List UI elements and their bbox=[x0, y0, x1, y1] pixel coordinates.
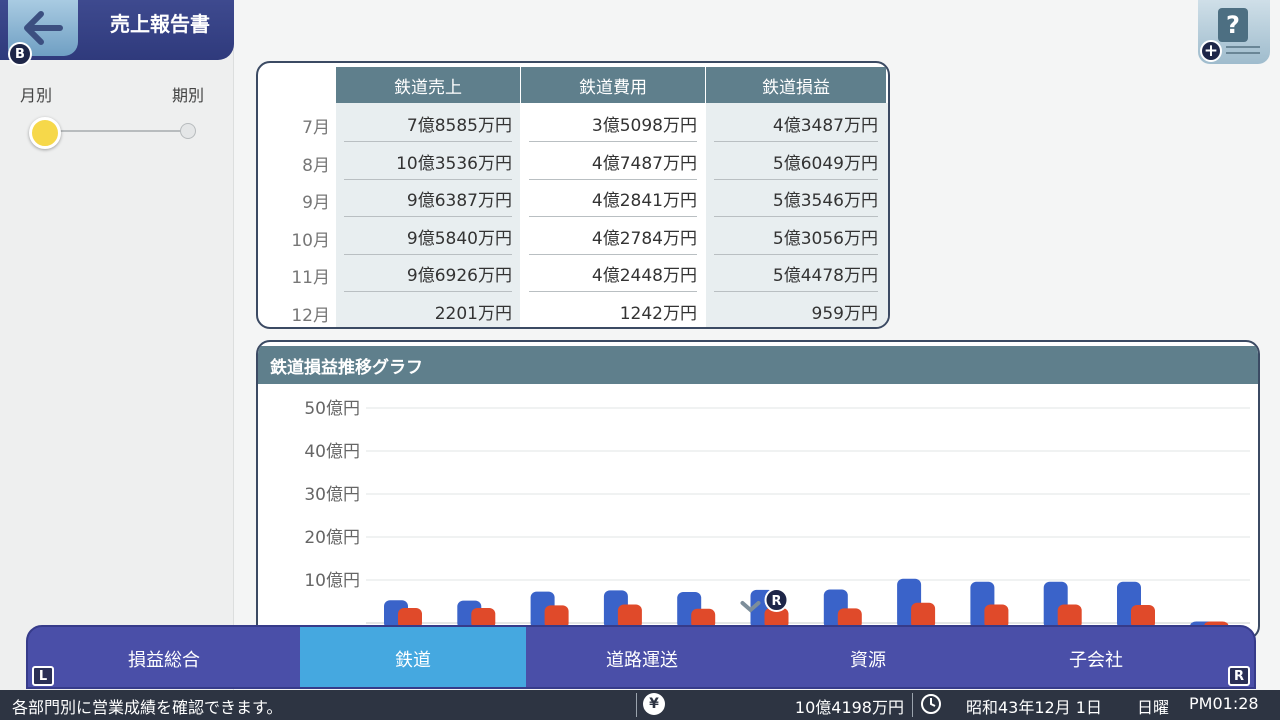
help-button[interactable]: ? + bbox=[1198, 0, 1270, 64]
table-cell: 9億6387万円 bbox=[406, 191, 512, 211]
period-monthly-label[interactable]: 月別 bbox=[20, 82, 52, 106]
status-bar: 各部門別に営業成績を確認できます。 ¥ 10億4198万円 昭和43年12月 1… bbox=[0, 690, 1280, 720]
table-cell: 5億3056万円 bbox=[772, 228, 878, 249]
yen-icon: ¥ bbox=[643, 693, 665, 715]
row-month-label: 10月 bbox=[291, 230, 330, 251]
help-lines-decoration bbox=[1226, 46, 1260, 54]
y-tick-label: 30億円 bbox=[304, 485, 360, 505]
column-header-cost: 鉄道費用 bbox=[521, 67, 705, 103]
game-time: PM01:28 bbox=[1189, 694, 1259, 713]
plus-icon: + bbox=[1200, 40, 1222, 62]
tab-road-transport[interactable]: 道路運送 bbox=[526, 627, 758, 687]
clock-icon bbox=[921, 694, 941, 714]
table-cell: 5億4478万円 bbox=[772, 266, 878, 286]
table-cell: 4億2784万円 bbox=[591, 228, 697, 249]
table-cell: 4億3487万円 bbox=[772, 116, 878, 136]
table-cell: 3億5098万円 bbox=[591, 116, 697, 136]
period-term-label[interactable]: 期別 bbox=[172, 82, 204, 106]
period-slider-track[interactable] bbox=[44, 130, 188, 132]
table-cell: 1242万円 bbox=[619, 303, 697, 324]
question-icon: ? bbox=[1218, 8, 1248, 42]
page-title: 売上報告書 bbox=[110, 12, 210, 36]
b-button-badge: B bbox=[8, 42, 32, 66]
table-cell: 2201万円 bbox=[434, 303, 512, 324]
r-marker-label: R bbox=[771, 594, 781, 609]
table-cell: 959万円 bbox=[811, 303, 878, 324]
row-month-label: 7月 bbox=[302, 118, 330, 138]
column-header-profit: 鉄道損益 bbox=[706, 67, 886, 103]
department-tabbar: 損益総合 鉄道 道路運送 資源 子会社 bbox=[26, 625, 1256, 689]
table-cell: 10億3536万円 bbox=[396, 153, 512, 174]
table-cell: 4億2448万円 bbox=[591, 266, 697, 286]
table-cell: 9億5840万円 bbox=[406, 228, 512, 249]
row-month-label: 11月 bbox=[291, 268, 330, 288]
profit-chart: 鉄道損益推移グラフ 10億円 20億円 30億円 40億円 50億円 R bbox=[256, 340, 1260, 640]
table-cell: 4億7487万円 bbox=[591, 153, 697, 174]
table-cell: 5億3546万円 bbox=[772, 191, 878, 211]
table-cell: 7億8585万円 bbox=[406, 116, 512, 136]
chart-canvas: 10億円 20億円 30億円 40億円 50億円 R bbox=[304, 399, 1250, 629]
r-button-badge[interactable]: R bbox=[1228, 666, 1250, 686]
y-tick-label: 50億円 bbox=[304, 399, 360, 419]
report-table: 鉄道売上 鉄道費用 鉄道損益 7月 7億8585万円 3億5098万円 4億3487万… bbox=[256, 61, 890, 329]
tab-profit-overview[interactable]: 損益総合 bbox=[28, 627, 300, 687]
row-month-label: 12月 bbox=[291, 305, 330, 326]
tab-railway[interactable]: 鉄道 bbox=[300, 627, 526, 687]
table-cell: 9億6926万円 bbox=[406, 266, 512, 286]
period-slider-knob[interactable] bbox=[29, 117, 61, 149]
period-slider-stop[interactable] bbox=[180, 123, 196, 139]
y-tick-label: 40億円 bbox=[304, 442, 360, 462]
l-button-badge[interactable]: L bbox=[32, 666, 54, 686]
status-divider bbox=[912, 693, 913, 717]
game-weekday: 日曜 bbox=[1137, 698, 1170, 717]
status-message: 各部門別に営業成績を確認できます。 bbox=[12, 698, 283, 717]
money-balance: 10億4198万円 bbox=[794, 698, 904, 717]
y-tick-label: 20億円 bbox=[304, 528, 360, 548]
column-header-sales: 鉄道売上 bbox=[336, 67, 520, 103]
table-cell: 5億6049万円 bbox=[772, 153, 878, 174]
row-month-label: 9月 bbox=[302, 193, 330, 213]
y-tick-label: 10億円 bbox=[304, 571, 360, 591]
row-month-label: 8月 bbox=[302, 155, 330, 176]
status-divider bbox=[636, 693, 637, 717]
header-tab: B 売上報告書 bbox=[0, 0, 234, 66]
tab-subsidiaries[interactable]: 子会社 bbox=[978, 627, 1214, 687]
tab-resources[interactable]: 資源 bbox=[758, 627, 978, 687]
game-date: 昭和43年12月 1日 bbox=[966, 698, 1102, 717]
table-cell: 4億2841万円 bbox=[591, 191, 697, 211]
left-arrow-icon bbox=[24, 11, 63, 45]
